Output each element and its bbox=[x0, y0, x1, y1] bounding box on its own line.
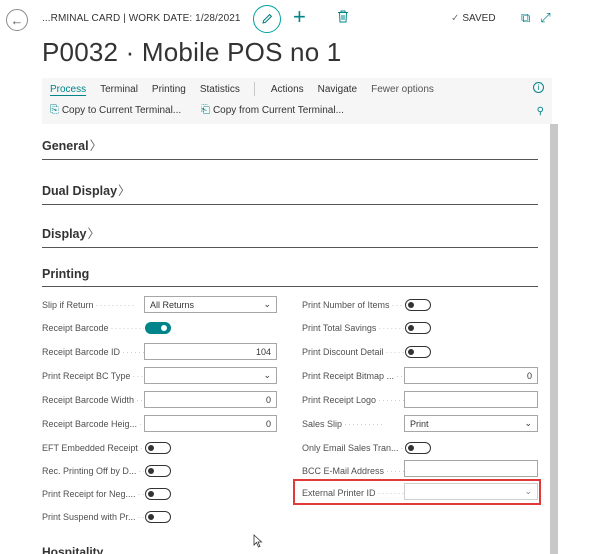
back-button[interactable]: ← bbox=[6, 9, 28, 31]
menu-statistics[interactable]: Statistics bbox=[200, 84, 240, 95]
field-print-receipt-bc-type: Print Receipt BC Type·········· bbox=[42, 370, 144, 381]
field-receipt-barcode-height: Receipt Barcode Heig...·········· bbox=[42, 418, 144, 429]
field-sales-slip: Sales Slip ·········· bbox=[302, 418, 385, 429]
menu-terminal[interactable]: Terminal bbox=[100, 84, 138, 95]
receipt-barcode-id-input[interactable]: 104 bbox=[144, 343, 277, 360]
field-print-receipt-bitmap: Print Receipt Bitmap ...·········· bbox=[302, 370, 404, 381]
pencil-icon bbox=[262, 13, 273, 24]
field-print-receipt-negative: Print Receipt for Neg....·········· bbox=[42, 488, 144, 499]
menu-printing[interactable]: Printing bbox=[152, 84, 186, 95]
plus-icon: + bbox=[293, 4, 306, 29]
new-button[interactable]: + bbox=[293, 6, 306, 28]
menu-process[interactable]: Process bbox=[50, 84, 86, 95]
saved-status: ✓ SAVED bbox=[451, 13, 496, 24]
field-receipt-barcode-width: Receipt Barcode Width·········· bbox=[42, 394, 144, 405]
field-rec-printing-off: Rec. Printing Off by D...·········· bbox=[42, 465, 144, 476]
section-printing[interactable]: Printing bbox=[42, 267, 538, 287]
info-icon[interactable]: i bbox=[533, 82, 544, 93]
print-number-of-items-toggle[interactable] bbox=[405, 299, 431, 311]
receipt-barcode-width-input[interactable]: 0 bbox=[144, 391, 277, 408]
section-dual-display[interactable]: Dual Display〉 bbox=[42, 180, 538, 205]
section-hospitality[interactable]: Hospitality bbox=[42, 545, 103, 554]
edit-button[interactable] bbox=[253, 5, 281, 33]
eft-embedded-receipt-toggle[interactable] bbox=[145, 442, 171, 454]
copy-icon: ⎘ bbox=[50, 104, 59, 116]
field-receipt-barcode-id: Receipt Barcode ID·········· bbox=[42, 346, 144, 357]
menu-navigate[interactable]: Navigate bbox=[318, 84, 357, 95]
open-new-window-icon[interactable]: ⧉ bbox=[521, 10, 530, 26]
chevron-right-icon: 〉 bbox=[118, 184, 131, 198]
menu-actions[interactable]: Actions bbox=[271, 84, 304, 95]
chevron-right-icon: 〉 bbox=[87, 227, 100, 241]
section-general[interactable]: General〉 bbox=[42, 135, 538, 160]
bcc-email-input[interactable] bbox=[404, 460, 538, 477]
field-slip-if-return: Slip if Return ·········· bbox=[42, 299, 136, 310]
chevron-down-icon: ⌄ bbox=[263, 299, 271, 309]
chevron-right-icon: 〉 bbox=[89, 139, 103, 153]
trash-icon bbox=[338, 10, 348, 23]
receipt-barcode-height-input[interactable]: 0 bbox=[144, 415, 277, 432]
receipt-barcode-toggle[interactable] bbox=[145, 322, 171, 334]
field-print-receipt-logo: Print Receipt Logo·········· bbox=[302, 394, 404, 405]
expand-icon[interactable]: ⤢ bbox=[540, 10, 550, 26]
section-display[interactable]: Display〉 bbox=[42, 223, 538, 248]
copy-from-terminal-button[interactable]: ⎗ Copy from Current Terminal... bbox=[201, 104, 344, 117]
field-only-email-sales: Only Email Sales Tran...·········· bbox=[302, 442, 404, 453]
print-receipt-negative-toggle[interactable] bbox=[145, 488, 171, 500]
chevron-down-icon: ⌄ bbox=[524, 418, 532, 428]
print-receipt-logo-input[interactable] bbox=[404, 391, 538, 408]
check-icon: ✓ bbox=[451, 13, 460, 24]
copy-in-icon: ⎗ bbox=[201, 104, 210, 116]
slip-if-return-select[interactable]: All Returns ⌄ bbox=[144, 296, 277, 313]
scrollbar[interactable] bbox=[550, 124, 558, 554]
sales-slip-select[interactable]: Print ⌄ bbox=[404, 415, 538, 432]
menu-fewer-options[interactable]: Fewer options bbox=[371, 84, 434, 95]
menu-divider bbox=[253, 82, 255, 96]
page-title: P0032 · Mobile POS no 1 bbox=[42, 37, 342, 67]
arrow-left-icon: ← bbox=[10, 12, 24, 28]
field-receipt-barcode: Receipt Barcode·········· bbox=[42, 322, 144, 333]
copy-to-terminal-button[interactable]: ⎘ Copy to Current Terminal... bbox=[50, 104, 181, 117]
breadcrumb: ...RMINAL CARD | WORK DATE: 1/28/2021 bbox=[42, 13, 241, 24]
pin-icon[interactable]: ⚲ bbox=[537, 106, 544, 117]
only-email-sales-toggle[interactable] bbox=[405, 442, 431, 454]
highlight-box bbox=[293, 479, 541, 505]
mouse-cursor-icon bbox=[253, 534, 263, 548]
field-print-discount-detail: Print Discount Detail·········· bbox=[302, 346, 404, 357]
print-receipt-bc-type-select[interactable]: ⌄ bbox=[144, 367, 277, 384]
delete-button[interactable] bbox=[337, 10, 349, 28]
print-total-savings-toggle[interactable] bbox=[405, 322, 431, 334]
chevron-down-icon: ⌄ bbox=[263, 370, 271, 380]
field-print-total-savings: Print Total Savings·········· bbox=[302, 322, 404, 333]
action-bar: Process Terminal Printing Statistics Act… bbox=[42, 78, 552, 124]
field-bcc-email: BCC E-Mail Address·········· bbox=[302, 465, 404, 476]
print-discount-detail-toggle[interactable] bbox=[405, 346, 431, 358]
print-receipt-bitmap-input[interactable]: 0 bbox=[404, 367, 538, 384]
print-suspend-toggle[interactable] bbox=[145, 511, 171, 523]
field-print-suspend: Print Suspend with Pr...·········· bbox=[42, 511, 144, 522]
field-print-number-of-items: Print Number of Items·········· bbox=[302, 299, 404, 310]
rec-printing-off-toggle[interactable] bbox=[145, 465, 171, 477]
field-eft-embedded-receipt: EFT Embedded Receipt·········· bbox=[42, 442, 144, 453]
